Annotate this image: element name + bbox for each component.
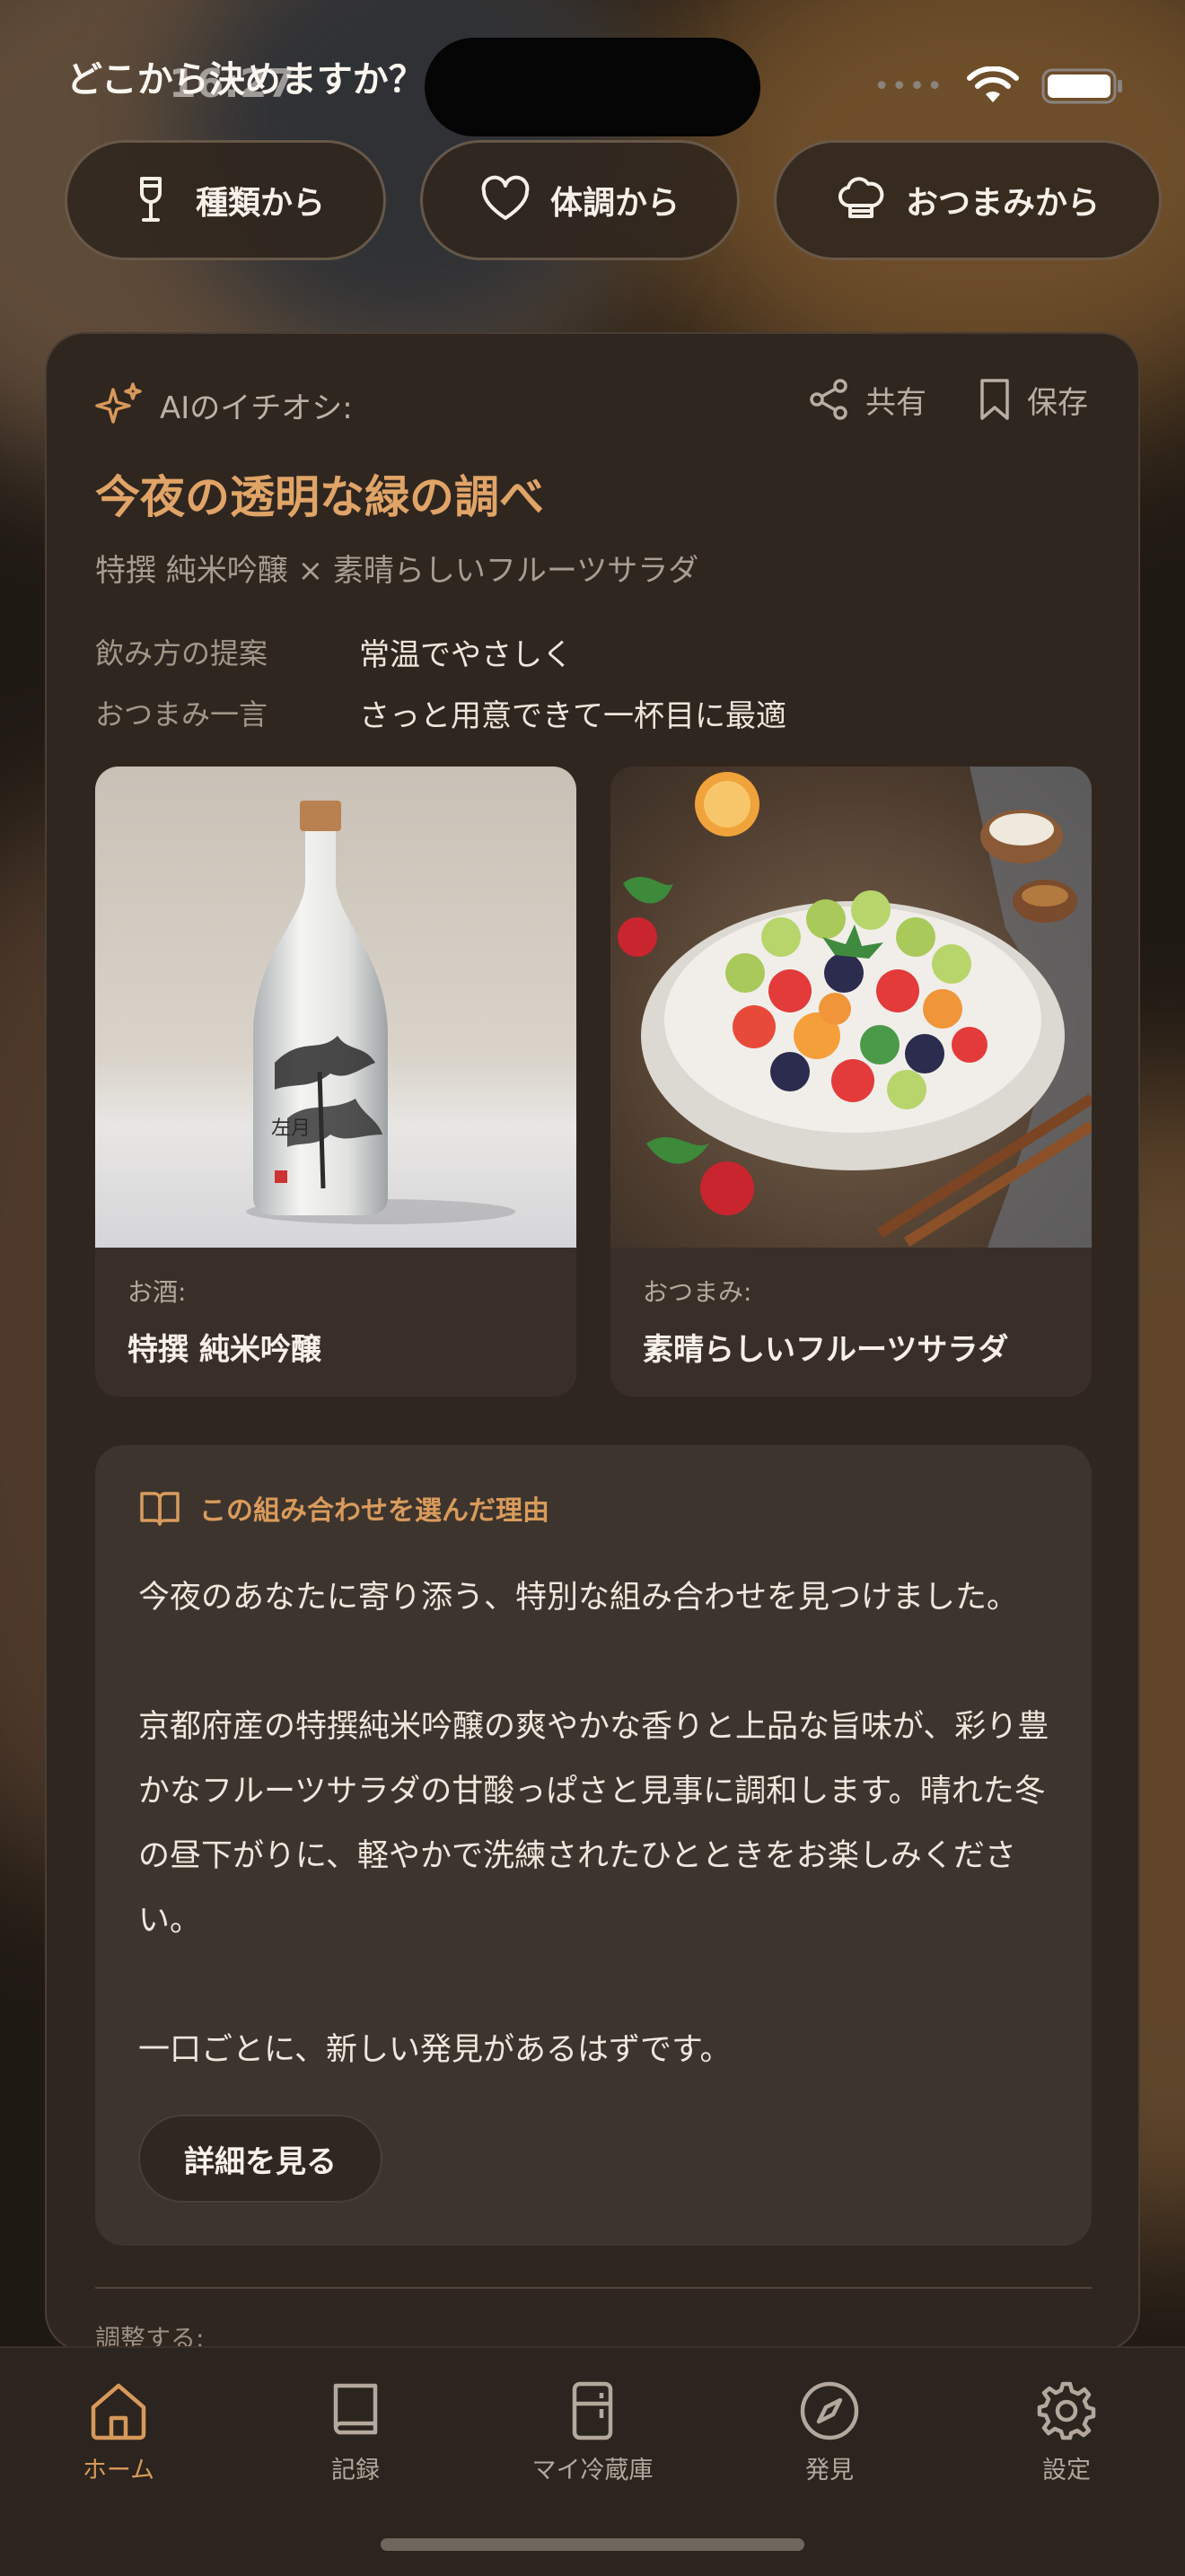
sake-caption: お酒: 特撰 純米吟醸 bbox=[127, 1273, 321, 1369]
share-icon bbox=[810, 379, 847, 420]
card-actions: 共有 保存 bbox=[806, 377, 1088, 422]
chip-label: おつまみから bbox=[905, 185, 1100, 222]
sake-caption-key: お酒: bbox=[127, 1277, 187, 1307]
tab-discover[interactable]: 発見 bbox=[711, 2379, 948, 2485]
chip-by-snack[interactable]: おつまみから bbox=[774, 140, 1162, 260]
share-label: 共有 bbox=[865, 384, 926, 421]
dynamic-island bbox=[425, 38, 760, 136]
book-icon bbox=[333, 2383, 378, 2435]
reason-heading: この組み合わせを選んだ理由 bbox=[138, 1488, 549, 1528]
sake-tile[interactable]: 左月 お酒: 特撰 純米吟醸 bbox=[95, 767, 576, 1397]
info-key: おつまみ一言 bbox=[95, 697, 268, 732]
reason-body: 今夜のあなたに寄り添う、特別な組み合わせを見つけました。 京都府産の特撰純米吟醸… bbox=[138, 1565, 1063, 2082]
detail-button[interactable]: 詳細を見る bbox=[138, 2115, 382, 2203]
save-button[interactable]: 保存 bbox=[977, 377, 1088, 422]
sake-bottle-illustration: 左月 bbox=[246, 801, 515, 1224]
tab-label: マイ冷蔵庫 bbox=[531, 2457, 654, 2484]
chef-hat-icon bbox=[838, 177, 884, 218]
tab-records[interactable]: 記録 bbox=[237, 2379, 474, 2485]
pairing-tiles: 左月 お酒: 特撰 純米吟醸 おつまみ: 素晴らしいフルーツサラダ bbox=[95, 767, 1092, 1397]
home-indicator bbox=[381, 2538, 804, 2551]
info-row-drinking: 飲み方の提案 常温でやさしく bbox=[95, 621, 786, 682]
ai-pick-label: AIのイチオシ: bbox=[160, 390, 353, 426]
page-question: どこから決めますか？ bbox=[66, 59, 425, 101]
chip-by-type[interactable]: 種類から bbox=[65, 140, 386, 260]
chip-by-condition[interactable]: 体調から bbox=[420, 140, 740, 260]
gear-icon bbox=[1037, 2381, 1096, 2440]
snack-caption: おつまみ: 素晴らしいフルーツサラダ bbox=[643, 1273, 1008, 1369]
home-icon bbox=[91, 2383, 146, 2440]
divider bbox=[95, 2287, 1092, 2289]
fruit-salad-image bbox=[610, 767, 1092, 1248]
share-button[interactable]: 共有 bbox=[806, 377, 926, 422]
tab-label: 発見 bbox=[805, 2457, 854, 2484]
reason-paragraph: 今夜のあなたに寄り添う、特別な組み合わせを見つけました。 bbox=[138, 1580, 1019, 1616]
info-key: 飲み方の提案 bbox=[95, 636, 268, 670]
pairing-title: 今夜の透明な緑の調べ bbox=[95, 471, 544, 523]
snack-caption-key: おつまみ: bbox=[643, 1277, 752, 1307]
signal-icon: •••• bbox=[873, 70, 944, 102]
choice-chips: 種類から 体調から おつまみから bbox=[65, 140, 1162, 260]
tab-label: ホーム bbox=[82, 2457, 155, 2484]
ai-pick-row: AIのイチオシ: bbox=[95, 381, 353, 429]
chip-label: 種類から bbox=[195, 185, 325, 222]
reason-paragraph: 京都府産の特撰純米吟醸の爽やかな香りと上品な旨味が、彩り豊かなフルーツサラダの甘… bbox=[138, 1709, 1049, 1939]
wifi-icon bbox=[967, 66, 1019, 102]
heart-icon bbox=[481, 175, 530, 220]
sparkles-icon bbox=[95, 382, 142, 424]
battery-icon bbox=[1041, 68, 1122, 104]
snack-tile[interactable]: おつまみ: 素晴らしいフルーツサラダ bbox=[610, 767, 1092, 1397]
compass-icon bbox=[800, 2381, 859, 2440]
info-value: さっと用意できて一杯目に最適 bbox=[359, 697, 786, 734]
recommendation-card: AIのイチオシ: 共有 保存 今夜の透明な緑の調べ 特撰 純米吟醸 × 素晴らし… bbox=[45, 332, 1140, 2352]
chip-label: 体調から bbox=[549, 185, 680, 222]
bookmark-icon bbox=[980, 379, 1009, 420]
info-row-snack: おつまみ一言 さっと用意できて一杯目に最適 bbox=[95, 682, 786, 743]
tab-label: 設定 bbox=[1042, 2457, 1091, 2484]
info-list: 飲み方の提案 常温でやさしく おつまみ一言 さっと用意できて一杯目に最適 bbox=[95, 621, 786, 743]
tab-label: 記録 bbox=[331, 2457, 380, 2484]
fridge-icon bbox=[572, 2381, 613, 2440]
sake-name: 特撰 純米吟醸 bbox=[127, 1332, 321, 1368]
reason-paragraph: 一口ごとに、新しい発見があるはずです。 bbox=[138, 2032, 732, 2068]
bottle-calligraphy: 左月 bbox=[271, 1117, 311, 1140]
sake-bottle-image: 左月 bbox=[95, 767, 576, 1248]
status-icons: •••• bbox=[873, 66, 1124, 106]
fruit-salad-illustration bbox=[618, 767, 1092, 1248]
tab-settings[interactable]: 設定 bbox=[948, 2379, 1185, 2485]
reason-panel: この組み合わせを選んだ理由 今夜のあなたに寄り添う、特別な組み合わせを見つけまし… bbox=[95, 1445, 1092, 2246]
tab-my-fridge[interactable]: マイ冷蔵庫 bbox=[474, 2379, 711, 2485]
wine-glass-icon bbox=[139, 177, 162, 222]
pairing-subtitle: 特撰 純米吟醸 × 素晴らしいフルーツサラダ bbox=[95, 553, 699, 589]
tab-home[interactable]: ホーム bbox=[0, 2379, 237, 2485]
open-book-icon bbox=[140, 1492, 180, 1526]
save-label: 保存 bbox=[1027, 384, 1088, 421]
info-value: 常温でやさしく bbox=[359, 636, 573, 673]
snack-name: 素晴らしいフルーツサラダ bbox=[643, 1332, 1009, 1368]
reason-heading-text: この組み合わせを選んだ理由 bbox=[199, 1495, 549, 1527]
